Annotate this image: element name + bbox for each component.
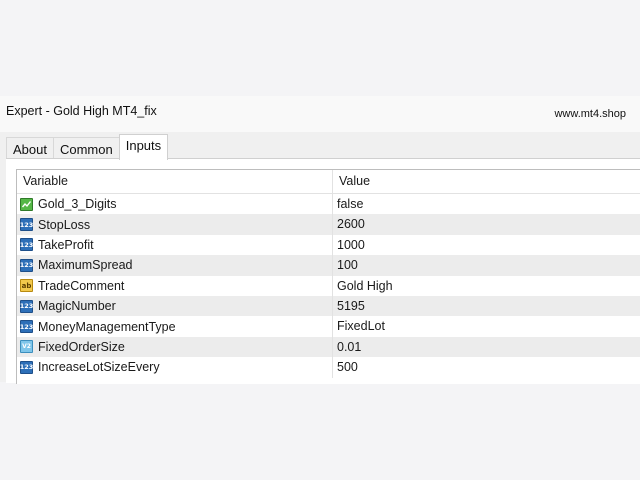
- table-row[interactable]: ab TradeComment Gold High: [17, 275, 640, 296]
- variable-cell: 123 MaximumSpread: [17, 255, 333, 276]
- variable-cell: ab TradeComment: [17, 275, 333, 296]
- variable-name: TakeProfit: [38, 237, 94, 252]
- expert-properties-window: Expert - Gold High MT4_fix www.mt4.shop …: [0, 96, 640, 384]
- value-cell[interactable]: 2600: [333, 214, 365, 234]
- value-cell[interactable]: Gold High: [333, 276, 393, 296]
- watermark: www.mt4.shop: [554, 108, 626, 120]
- column-header-value[interactable]: Value: [333, 170, 370, 193]
- string-icon: ab: [20, 279, 33, 293]
- value-cell[interactable]: 5195: [333, 296, 365, 316]
- variable-cell: 123 IncreaseLotSizeEvery: [17, 357, 333, 378]
- variable-name: MagicNumber: [38, 299, 116, 314]
- integer-icon: 123: [20, 299, 33, 313]
- tab-common[interactable]: Common: [52, 137, 120, 160]
- value-cell[interactable]: 1000: [333, 235, 365, 255]
- integer-icon: 123: [20, 238, 33, 252]
- inputs-grid: Variable Value Gold_3_Digits false 123 S…: [16, 169, 640, 384]
- tab-strip: About Common Inputs: [6, 134, 169, 160]
- integer-icon: 123: [20, 360, 33, 374]
- grid-header: Variable Value: [17, 170, 640, 194]
- variable-cell: 123 StopLoss: [17, 214, 333, 235]
- variable-cell: 123 MoneyManagementType: [17, 316, 333, 337]
- value-cell[interactable]: false: [333, 194, 363, 214]
- bool-icon: [20, 197, 33, 211]
- value-cell[interactable]: 500: [333, 357, 358, 377]
- variable-name: StopLoss: [38, 217, 91, 232]
- variable-name: MaximumSpread: [38, 258, 133, 273]
- tab-about[interactable]: About: [6, 137, 54, 160]
- variable-cell: Gold_3_Digits: [17, 194, 333, 215]
- double-icon: V2: [20, 340, 33, 354]
- variable-cell: V2 FixedOrderSize: [17, 336, 333, 358]
- integer-icon: 123: [20, 258, 33, 272]
- title-bar: Expert - Gold High MT4_fix www.mt4.shop: [0, 96, 640, 132]
- variable-cell: 123 MagicNumber: [17, 295, 333, 317]
- value-cell[interactable]: 0.01: [333, 337, 361, 357]
- value-cell[interactable]: FixedLot: [333, 316, 385, 336]
- variable-cell: 123 TakeProfit: [17, 234, 333, 256]
- integer-icon: 123: [20, 218, 33, 232]
- variable-name: FixedOrderSize: [38, 339, 125, 354]
- table-row[interactable]: 123 IncreaseLotSizeEvery 500: [17, 357, 640, 378]
- value-cell[interactable]: 100: [333, 255, 358, 275]
- tab-inputs[interactable]: Inputs: [118, 134, 169, 160]
- inputs-panel: Variable Value Gold_3_Digits false 123 S…: [6, 158, 640, 384]
- column-header-variable[interactable]: Variable: [17, 170, 333, 193]
- table-row[interactable]: Gold_3_Digits false: [17, 194, 640, 215]
- variable-name: TradeComment: [38, 278, 125, 293]
- variable-name: Gold_3_Digits: [38, 197, 117, 212]
- table-row[interactable]: 123 StopLoss 2600: [17, 214, 640, 235]
- integer-icon: 123: [20, 320, 33, 334]
- table-row[interactable]: 123 MoneyManagementType FixedLot: [17, 316, 640, 337]
- table-row[interactable]: V2 FixedOrderSize 0.01: [17, 336, 640, 358]
- table-row[interactable]: 123 TakeProfit 1000: [17, 234, 640, 256]
- variable-name: IncreaseLotSizeEvery: [38, 360, 160, 375]
- variable-name: MoneyManagementType: [38, 319, 176, 334]
- window-title: Expert - Gold High MT4_fix: [6, 104, 157, 118]
- table-row[interactable]: 123 MagicNumber 5195: [17, 295, 640, 317]
- table-row[interactable]: 123 MaximumSpread 100: [17, 255, 640, 276]
